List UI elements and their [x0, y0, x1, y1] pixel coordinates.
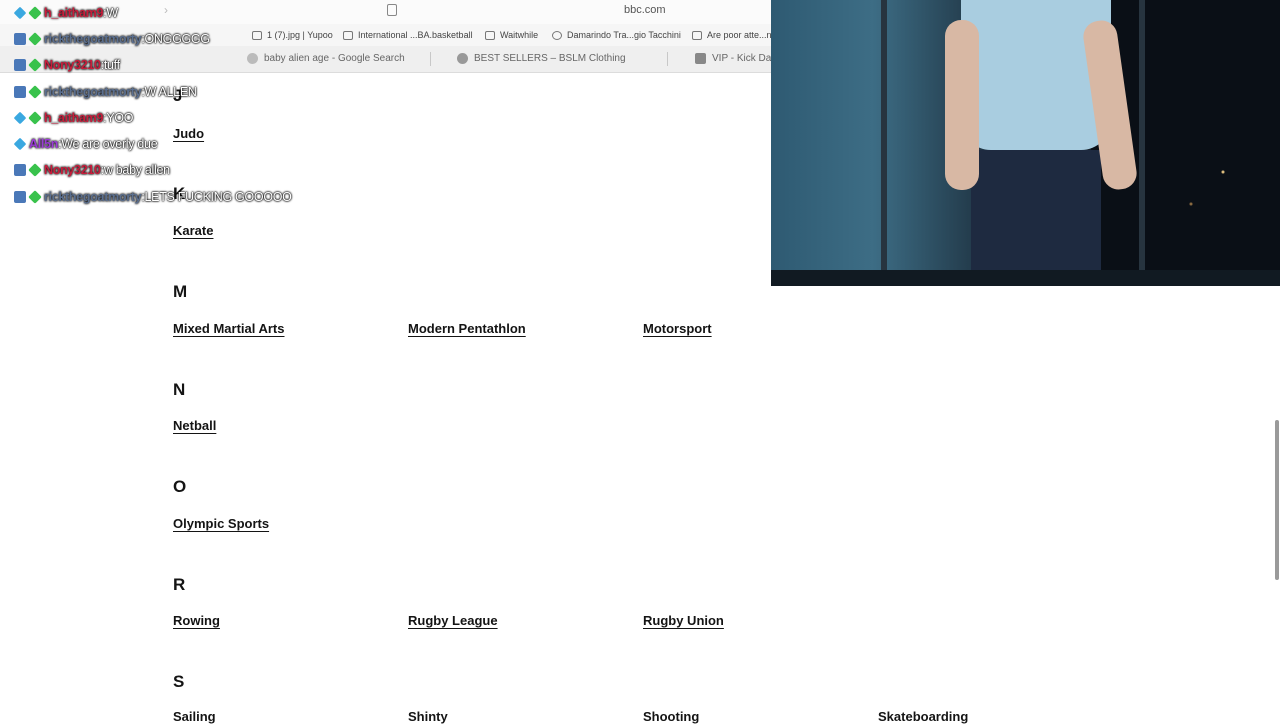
section-letter-s: S — [173, 672, 185, 691]
tab-google-search[interactable]: baby alien age - Google Search — [247, 53, 405, 64]
chat-text: YOO — [106, 111, 134, 125]
basketball-icon — [343, 30, 353, 40]
chat-text: tuff — [103, 58, 120, 72]
moderator-badge-icon — [14, 164, 26, 176]
sport-link-shooting[interactable]: Shooting — [643, 709, 699, 724]
chat-message: h_aitham9 : YOO — [13, 109, 134, 127]
tab-separator — [667, 52, 668, 66]
google-icon — [247, 53, 258, 64]
webcam-door-frame — [1139, 0, 1145, 286]
webcam-floor — [771, 270, 1280, 286]
address-bar[interactable]: bbc.com — [624, 4, 666, 16]
gem-badge-icon — [28, 190, 42, 204]
section-letter-o: O — [173, 477, 187, 496]
chat-text: W ALLEN — [144, 85, 197, 99]
sport-link-netball[interactable]: Netball — [173, 418, 216, 433]
sport-link-judo[interactable]: Judo — [173, 126, 204, 141]
tab-separator — [430, 52, 431, 66]
chat-text: LETS FUCKING GOOOOO — [144, 190, 292, 204]
star-icon — [457, 53, 468, 64]
sport-link-shinty[interactable]: Shinty — [408, 709, 448, 724]
webcam-person-pants — [971, 150, 1101, 286]
bookmark-item[interactable]: Waitwhile — [485, 30, 538, 40]
moderator-badge-icon — [14, 86, 26, 98]
sport-link-motorsport[interactable]: Motorsport — [643, 321, 712, 336]
section-letter-n: N — [173, 380, 186, 399]
gem-badge-icon — [28, 111, 42, 125]
bookmark-item[interactable]: International ...BA.basketball — [343, 30, 473, 40]
sport-link-sailing[interactable]: Sailing — [173, 709, 216, 724]
cube-badge-icon — [13, 137, 27, 151]
sport-link-skateboarding[interactable]: Skateboarding — [878, 709, 968, 724]
bookmark-item[interactable]: Are poor atte...n — [692, 30, 772, 40]
kick-icon — [695, 53, 706, 64]
moderator-badge-icon — [14, 33, 26, 45]
gem-badge-icon — [28, 6, 42, 20]
sport-link-modern-pentathlon[interactable]: Modern Pentathlon — [408, 321, 526, 336]
webcam-person — [945, 0, 1139, 286]
document-icon — [252, 30, 262, 40]
sport-link-mixed-martial-arts[interactable]: Mixed Martial Arts — [173, 321, 285, 336]
forward-arrow-icon[interactable]: › — [164, 3, 168, 17]
page-scrollbar[interactable] — [1275, 420, 1279, 580]
cube-badge-icon — [13, 6, 27, 20]
page-icon — [387, 4, 397, 16]
chat-username[interactable]: All5n — [29, 137, 58, 151]
cube-badge-icon — [13, 111, 27, 125]
section-letter-m: M — [173, 282, 188, 301]
chat-username[interactable]: rickthegoatmorty — [44, 32, 142, 46]
chat-username[interactable]: Nony3210 — [44, 163, 101, 177]
section-letter-r: R — [173, 575, 186, 594]
chat-text: We are overly due — [61, 137, 158, 151]
webcam-feed — [771, 0, 1280, 286]
chat-message: Nony3210 : tuff — [14, 56, 120, 74]
gem-badge-icon — [28, 32, 42, 46]
tab-bslm-clothing[interactable]: BEST SELLERS – BSLM Clothing — [457, 53, 626, 64]
chat-username[interactable]: rickthegoatmorty — [44, 85, 142, 99]
gem-badge-icon — [28, 85, 42, 99]
w-icon — [485, 30, 495, 40]
tab-kick[interactable]: VIP - Kick Da — [695, 53, 771, 64]
chat-username[interactable]: Nony3210 — [44, 58, 101, 72]
chat-message: rickthegoatmorty : LETS FUCKING GOOOOO — [14, 188, 292, 206]
chat-message: h_aitham9 : W — [13, 4, 118, 22]
chat-text: w baby allen — [103, 163, 170, 177]
moderator-badge-icon — [14, 191, 26, 203]
chat-text: W — [106, 6, 118, 20]
sport-link-rugby-league[interactable]: Rugby League — [408, 613, 498, 628]
gem-badge-icon — [28, 58, 42, 72]
moderator-badge-icon — [14, 59, 26, 71]
sc-icon — [692, 30, 702, 40]
webcam-person-arm — [945, 20, 979, 190]
sport-link-rugby-union[interactable]: Rugby Union — [643, 613, 724, 628]
chat-message: rickthegoatmorty : ONGGGGG — [14, 30, 210, 48]
chat-message: Nony3210 : w baby allen — [14, 161, 170, 179]
globe-icon — [552, 30, 562, 40]
webcam-door-frame — [881, 0, 887, 286]
chat-message: rickthegoatmorty : W ALLEN — [14, 83, 197, 101]
chat-username[interactable]: h_aitham9 — [44, 111, 103, 125]
sport-link-karate[interactable]: Karate — [173, 223, 213, 238]
sport-link-rowing[interactable]: Rowing — [173, 613, 220, 628]
chat-message: All5n : We are overly due — [13, 135, 158, 153]
sport-link-olympic-sports[interactable]: Olympic Sports — [173, 516, 269, 531]
chat-text: ONGGGGG — [144, 32, 211, 46]
chat-username[interactable]: rickthegoatmorty — [44, 190, 142, 204]
bookmark-item[interactable]: 1 (7).jpg | Yupoo — [252, 30, 333, 40]
gem-badge-icon — [28, 163, 42, 177]
chat-username[interactable]: h_aitham9 — [44, 6, 103, 20]
bookmark-item[interactable]: Damarindo Tra...gio Tacchini — [552, 30, 681, 40]
